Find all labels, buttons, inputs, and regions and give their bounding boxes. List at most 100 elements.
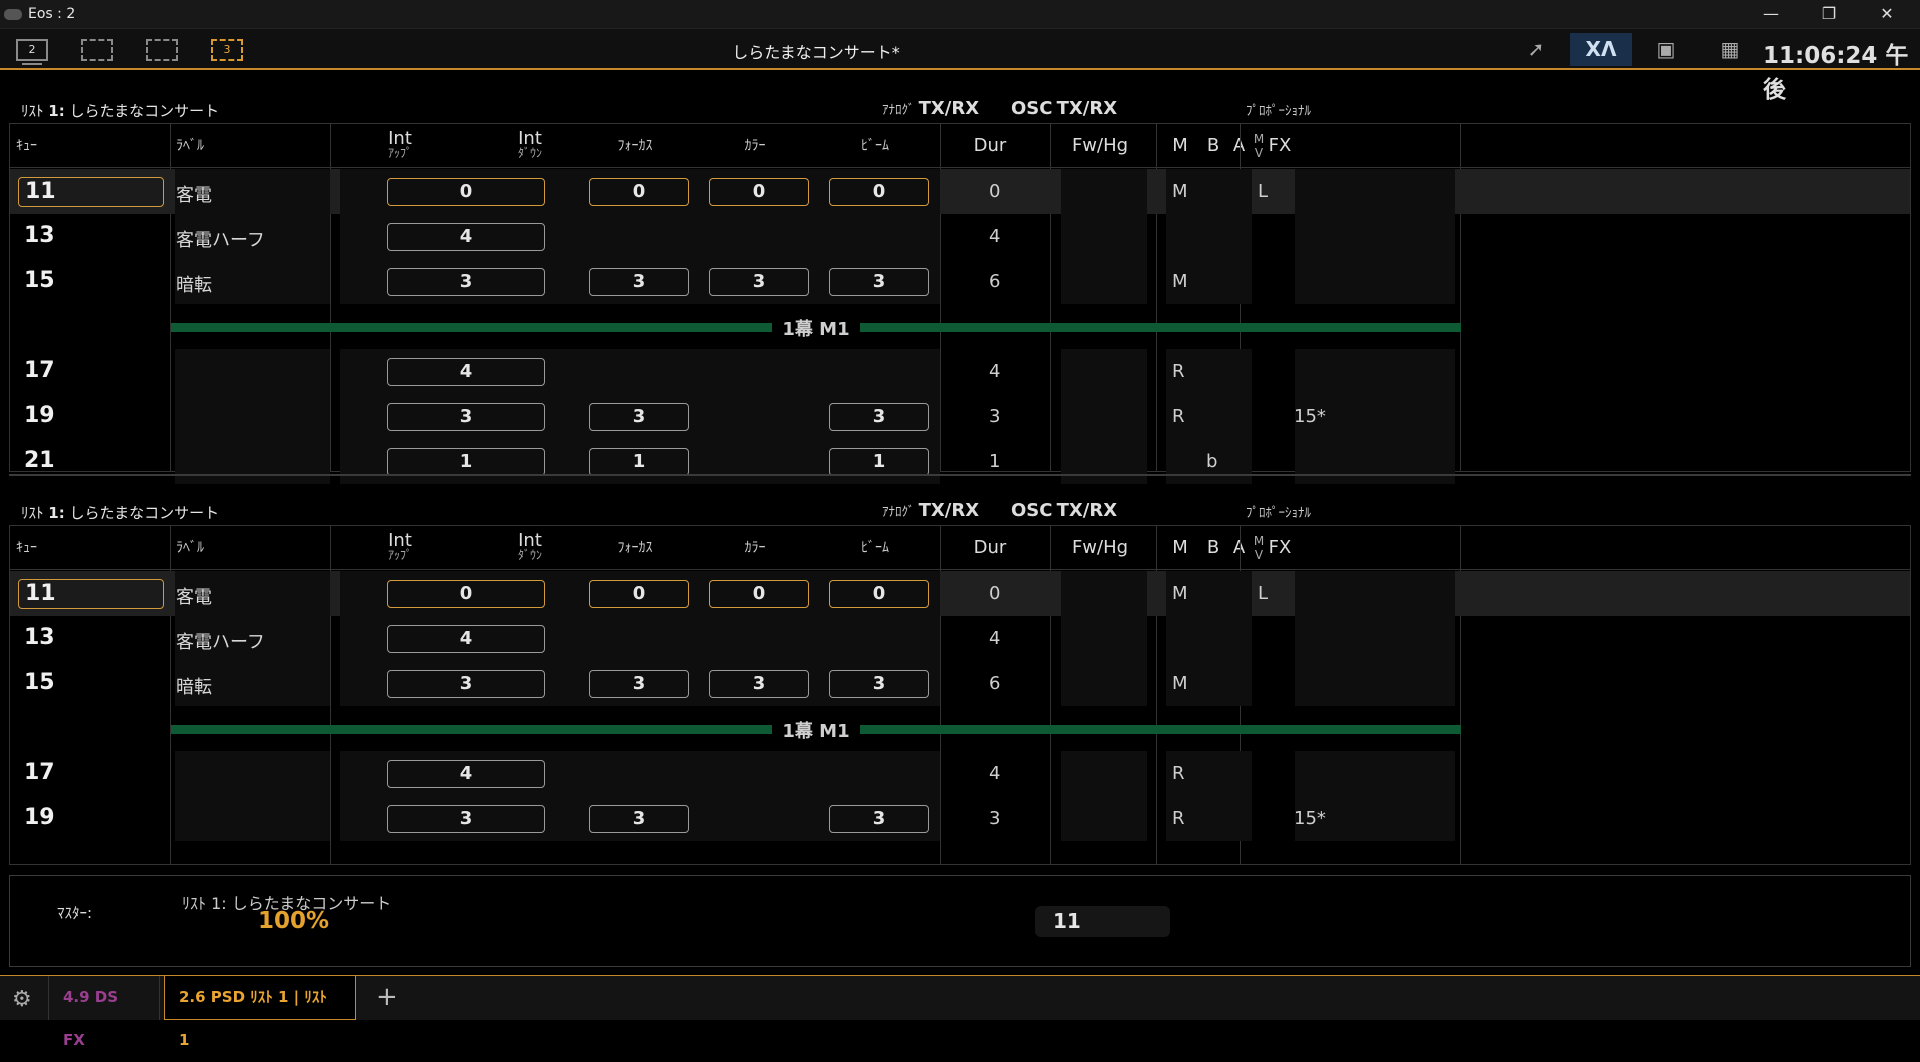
focus-time-box[interactable]: 3 <box>589 670 689 698</box>
focus-time-box[interactable]: 0 <box>589 580 689 608</box>
int-time-box[interactable]: 3 <box>387 805 545 833</box>
focus-time-box[interactable]: 3 <box>589 268 689 296</box>
tab-psd-list[interactable]: 2.6 PSD ﾘｽﾄ 1 | ﾘｽﾄ 1 <box>164 976 356 1049</box>
add-tab-button[interactable]: + <box>362 976 412 1020</box>
cue-label[interactable]: 暗転 <box>176 673 212 699</box>
beam-time-box[interactable]: 1 <box>829 448 929 476</box>
cue-row[interactable]: 15 暗転 3 3 3 3 6 M <box>10 259 1910 304</box>
focus-time-box[interactable]: 0 <box>589 178 689 206</box>
cue-number[interactable]: 19 <box>18 402 164 432</box>
header-fwhg[interactable]: Fw/Hg <box>1050 124 1150 168</box>
restore-button[interactable]: ❐ <box>1806 0 1852 29</box>
cue-row[interactable]: 11 客電 0 0 0 0 0 M L <box>10 571 1910 616</box>
master-percent: 100% <box>258 908 330 934</box>
panel-splitter[interactable] <box>9 474 1911 476</box>
cue-number[interactable]: 19 <box>18 804 164 834</box>
color-time-box[interactable]: 0 <box>709 580 809 608</box>
header-fwhg[interactable]: Fw/Hg <box>1050 526 1150 570</box>
cue-label[interactable]: 客電ハーフ <box>176 628 265 654</box>
header-label[interactable]: ﾗﾍﾞﾙ <box>170 124 330 168</box>
beam-time-box[interactable]: 0 <box>829 580 929 608</box>
master-current-cue[interactable]: 11 <box>1035 906 1170 937</box>
header-cue[interactable]: ｷｭｰ <box>10 526 170 570</box>
cue-flag-m: R <box>1172 361 1185 382</box>
cue-number[interactable]: 15 <box>18 267 164 297</box>
beam-time-box[interactable]: 3 <box>829 403 929 431</box>
cue-row[interactable]: 21 1 1 1 1 b <box>10 439 1910 484</box>
focus-time-box[interactable]: 3 <box>589 805 689 833</box>
header-beam[interactable]: ﾋﾞｰﾑ <box>825 526 925 570</box>
tab-ds-fx[interactable]: 4.9 DS FX <box>48 976 160 1049</box>
cue-number[interactable]: 13 <box>18 222 164 252</box>
beam-time-box[interactable]: 3 <box>829 805 929 833</box>
cue-number[interactable]: 13 <box>18 624 164 654</box>
cue-label[interactable]: 客電ハーフ <box>176 226 265 252</box>
cue-label[interactable]: 暗転 <box>176 271 212 297</box>
cue-number[interactable]: 17 <box>18 357 164 387</box>
cue-row[interactable]: 15 暗転 3 3 3 3 6 M <box>10 661 1910 706</box>
beam-time-box[interactable]: 3 <box>829 268 929 296</box>
header-color[interactable]: ｶﾗｰ <box>705 526 805 570</box>
keypad-icon[interactable]: ▦ <box>1710 33 1750 66</box>
cue-number[interactable]: 21 <box>18 447 164 477</box>
wand-icon[interactable]: ➚ <box>1516 33 1556 66</box>
int-time-box[interactable]: 3 <box>387 403 545 431</box>
beam-time-box[interactable]: 0 <box>829 178 929 206</box>
beam-time-box[interactable]: 3 <box>829 670 929 698</box>
header-int-up[interactable]: Int ｱｯﾌﾟ <box>350 526 450 570</box>
cue-row[interactable]: 13 客電ハーフ 4 4 <box>10 214 1910 259</box>
header-int-up[interactable]: Int ｱｯﾌﾟ <box>350 124 450 168</box>
int-time-box[interactable]: 1 <box>387 448 545 476</box>
close-button[interactable]: ✕ <box>1864 0 1910 29</box>
header-fx[interactable]: FX <box>1260 124 1300 168</box>
cue-number[interactable]: 11 <box>18 177 164 207</box>
int-time-box[interactable]: 0 <box>387 178 545 206</box>
cue-row[interactable]: 19 3 3 3 3 R 15* <box>10 796 1910 841</box>
minimize-button[interactable]: — <box>1748 0 1794 29</box>
cell-background <box>1061 796 1147 841</box>
gear-icon[interactable]: ⚙ <box>12 987 32 1012</box>
network-icon[interactable]: ΧΛ <box>1570 33 1632 66</box>
header-color[interactable]: ｶﾗｰ <box>705 124 805 168</box>
scene-divider-label: 1幕 M1 <box>10 717 1622 743</box>
scene-divider: 1幕 M1 <box>10 304 1910 349</box>
header-int-down[interactable]: Int ﾀﾞｳﾝ <box>480 526 580 570</box>
cue-number[interactable]: 11 <box>18 579 164 609</box>
cue-label[interactable]: 客電 <box>176 583 212 609</box>
cue-row[interactable]: 19 3 3 3 3 R 15* <box>10 394 1910 439</box>
header-dur-text: Dur <box>973 135 1007 156</box>
cue-number[interactable]: 17 <box>18 759 164 789</box>
color-time-box[interactable]: 3 <box>709 268 809 296</box>
color-time-box[interactable]: 0 <box>709 178 809 206</box>
header-label[interactable]: ﾗﾍﾞﾙ <box>170 526 330 570</box>
int-time-box[interactable]: 4 <box>387 760 545 788</box>
int-time-box[interactable]: 4 <box>387 223 545 251</box>
color-time-box[interactable]: 3 <box>709 670 809 698</box>
int-time-box[interactable]: 4 <box>387 625 545 653</box>
header-dur[interactable]: Dur <box>940 124 1040 168</box>
cue-row[interactable]: 13 客電ハーフ 4 4 <box>10 616 1910 661</box>
header-m[interactable]: M <box>1165 124 1195 168</box>
int-time-box[interactable]: 4 <box>387 358 545 386</box>
header-beam[interactable]: ﾋﾞｰﾑ <box>825 124 925 168</box>
int-time-box[interactable]: 3 <box>387 268 545 296</box>
scene-divider: 1幕 M1 <box>10 706 1910 751</box>
cue-label[interactable]: 客電 <box>176 181 212 207</box>
header-focus[interactable]: ﾌｫｰｶｽ <box>585 526 685 570</box>
header-dur[interactable]: Dur <box>940 526 1040 570</box>
header-cue[interactable]: ｷｭｰ <box>10 124 170 168</box>
header-int-down[interactable]: Int ﾀﾞｳﾝ <box>480 124 580 168</box>
cue-row[interactable]: 11 客電 0 0 0 0 0 M L <box>10 169 1910 214</box>
column-header-row: ｷｭｰ ﾗﾍﾞﾙ Int ｱｯﾌﾟ Int ﾀﾞｳﾝ ﾌｫｰｶｽ ｶﾗｰ ﾋﾞｰﾑ Dur Fw/H… <box>10 526 1910 570</box>
int-time-box[interactable]: 0 <box>387 580 545 608</box>
header-focus[interactable]: ﾌｫｰｶｽ <box>585 124 685 168</box>
camera-icon[interactable]: ▣ <box>1646 33 1686 66</box>
cue-row[interactable]: 17 4 4 R <box>10 751 1910 796</box>
int-time-box[interactable]: 3 <box>387 670 545 698</box>
cue-row[interactable]: 17 4 4 R <box>10 349 1910 394</box>
focus-time-box[interactable]: 1 <box>589 448 689 476</box>
focus-time-box[interactable]: 3 <box>589 403 689 431</box>
cue-number[interactable]: 15 <box>18 669 164 699</box>
header-m[interactable]: M <box>1165 526 1195 570</box>
header-fx[interactable]: FX <box>1260 526 1300 570</box>
